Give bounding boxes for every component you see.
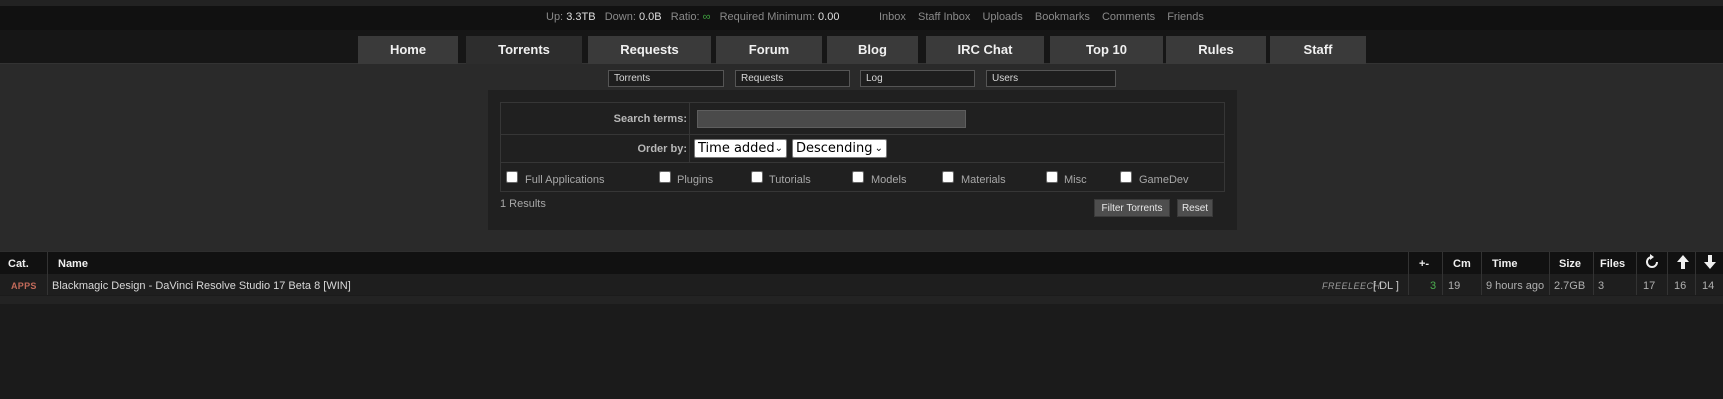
plus-minus-value: 3 <box>1430 280 1437 292</box>
nav-tab-forum[interactable]: Forum <box>716 36 822 64</box>
required-minimum-label: Required Minimum: <box>719 11 815 23</box>
header-comments[interactable]: Cm <box>1453 258 1471 270</box>
download-value: 0.0B <box>638 11 662 23</box>
header-category[interactable]: Cat. <box>8 258 29 270</box>
column-divider <box>1695 252 1696 295</box>
checkbox-gamedev[interactable] <box>1120 171 1132 183</box>
header-plus-minus[interactable]: +- <box>1419 258 1429 270</box>
upload-label: Up: <box>546 11 564 23</box>
ratio-label: Ratio: <box>670 11 700 23</box>
download-link[interactable]: [ DL ] <box>1373 280 1399 292</box>
nav-tab-home[interactable]: Home <box>358 36 458 64</box>
header-files[interactable]: Files <box>1600 258 1625 270</box>
order-direction-select[interactable]: Descending ⌄ <box>792 139 887 158</box>
seeders-count[interactable]: 16 <box>1674 280 1686 292</box>
column-divider <box>1481 252 1482 295</box>
column-divider <box>1593 252 1594 295</box>
nav-tab-top-10[interactable]: Top 10 <box>1050 36 1163 64</box>
column-divider <box>47 252 48 295</box>
search-terms-input[interactable] <box>697 110 966 128</box>
status-bar <box>0 6 1723 30</box>
torrent-size: 2.7GB <box>1554 280 1586 292</box>
order-direction-value: Descending <box>796 141 873 156</box>
order-by-select[interactable]: Time added ⌄ <box>694 139 787 158</box>
header-time[interactable]: Time <box>1492 258 1517 270</box>
category-label-misc: Misc <box>1064 174 1087 186</box>
freeleech-badge: FREELEECH <box>1322 281 1381 291</box>
checkbox-misc[interactable] <box>1046 171 1058 183</box>
bookmarks-link[interactable]: Bookmarks <box>1035 11 1090 23</box>
files-count[interactable]: 3 <box>1598 280 1604 292</box>
search-terms-label: Search terms: <box>613 113 687 125</box>
filter-torrents-button[interactable]: Filter Torrents <box>1094 199 1170 217</box>
download-label: Down: <box>604 11 636 23</box>
category-label-gamedev: GameDev <box>1139 174 1189 186</box>
checkbox-materials[interactable] <box>942 171 954 183</box>
arrow-up-icon[interactable] <box>1676 254 1690 270</box>
column-divider <box>1636 252 1637 295</box>
uploads-link[interactable]: Uploads <box>982 11 1022 23</box>
nav-tab-irc-chat[interactable]: IRC Chat <box>926 36 1044 64</box>
order-by-label: Order by: <box>637 143 687 155</box>
column-divider <box>1442 252 1443 295</box>
category-label-models: Models <box>871 174 907 186</box>
time-added: 9 hours ago <box>1486 280 1545 292</box>
required-minimum-value: 0.00 <box>818 11 840 23</box>
category-label-plugins: Plugins <box>677 174 714 186</box>
header-name[interactable]: Name <box>58 258 88 270</box>
ratio-value: ∞ <box>702 11 711 23</box>
order-by-value: Time added <box>698 141 775 156</box>
quick-search-torrents[interactable]: Torrents <box>608 70 724 87</box>
comments-link[interactable]: Comments <box>1102 11 1155 23</box>
comments-count[interactable]: 19 <box>1448 280 1460 292</box>
header-size[interactable]: Size <box>1559 258 1581 270</box>
nav-tab-staff[interactable]: Staff <box>1270 36 1366 64</box>
nav-tab-torrents[interactable]: Torrents <box>466 36 582 64</box>
category-label-tutorials: Tutorials <box>769 174 811 186</box>
torrent-name-link[interactable]: Blackmagic Design - DaVinci Resolve Stud… <box>52 280 351 292</box>
user-stats: Up: 3.3TB Down: 0.0B Ratio: ∞ Required M… <box>546 11 839 23</box>
nav-tab-blog[interactable]: Blog <box>827 36 918 64</box>
checkbox-plugins[interactable] <box>659 171 671 183</box>
column-divider <box>1408 252 1409 295</box>
checkbox-full-applications[interactable] <box>506 171 518 183</box>
chevron-down-icon: ⌄ <box>774 143 783 154</box>
leechers-count[interactable]: 14 <box>1702 280 1714 292</box>
category-badge[interactable]: APPS <box>11 281 37 291</box>
upload-value: 3.3TB <box>566 11 596 23</box>
chevron-down-icon: ⌄ <box>874 143 883 154</box>
friends-link[interactable]: Friends <box>1167 11 1204 23</box>
table-footer <box>0 296 1723 304</box>
nav-tab-requests[interactable]: Requests <box>588 36 711 64</box>
staff-inbox-link[interactable]: Staff Inbox <box>918 11 970 23</box>
user-links: Inbox Staff Inbox Uploads Bookmarks Comm… <box>879 11 1213 23</box>
nav-tab-rules[interactable]: Rules <box>1166 36 1266 64</box>
category-label-full-applications: Full Applications <box>525 174 605 186</box>
arrow-down-icon[interactable] <box>1703 254 1717 270</box>
form-column-divider <box>689 103 690 162</box>
snatched-count[interactable]: 17 <box>1643 280 1655 292</box>
results-count: 1 Results <box>500 198 546 210</box>
checkbox-tutorials[interactable] <box>751 171 763 183</box>
quick-search-requests[interactable]: Requests <box>735 70 850 87</box>
category-label-materials: Materials <box>961 174 1006 186</box>
column-divider <box>1549 252 1550 295</box>
reset-button[interactable]: Reset <box>1177 199 1213 217</box>
quick-search-log[interactable]: Log <box>860 70 975 87</box>
quick-search-users[interactable]: Users <box>986 70 1116 87</box>
refresh-icon[interactable] <box>1644 254 1660 270</box>
inbox-link[interactable]: Inbox <box>879 11 906 23</box>
checkbox-models[interactable] <box>852 171 864 183</box>
column-divider <box>1667 252 1668 295</box>
